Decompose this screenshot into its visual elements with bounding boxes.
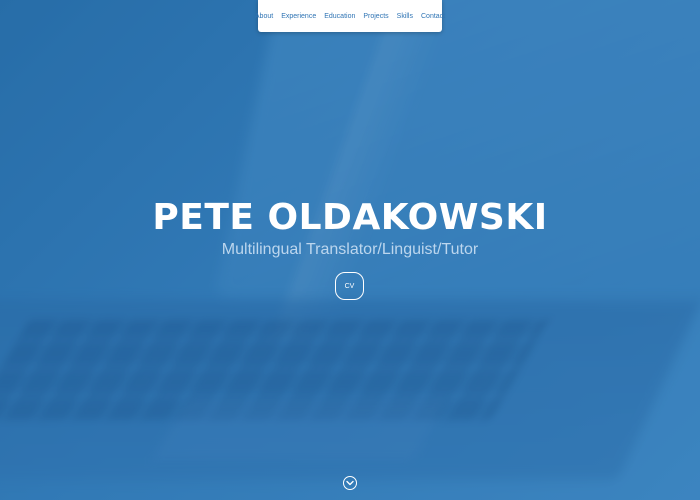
page-title: PETE OLDAKOWSKI: [152, 197, 548, 238]
top-navigation: About Experience Education Projects Skil…: [255, 0, 445, 32]
nav-item-projects[interactable]: Projects: [363, 13, 388, 20]
scroll-down-button[interactable]: [343, 476, 357, 490]
hero-section: About Experience Education Projects Skil…: [0, 0, 700, 500]
page-subtitle: Multilingual Translator/Linguist/Tutor: [221, 241, 479, 258]
nav-item-about[interactable]: About: [255, 13, 273, 20]
hero-content: PETE OLDAKOWSKI Multilingual Translator/…: [0, 0, 700, 500]
nav-item-education[interactable]: Education: [324, 13, 355, 20]
nav-item-skills[interactable]: Skills: [397, 13, 413, 20]
nav-item-experience[interactable]: Experience: [281, 13, 316, 20]
cv-button[interactable]: CV: [335, 272, 364, 300]
chevron-down-icon: [346, 480, 354, 486]
nav-item-contact[interactable]: Contact: [421, 13, 445, 20]
